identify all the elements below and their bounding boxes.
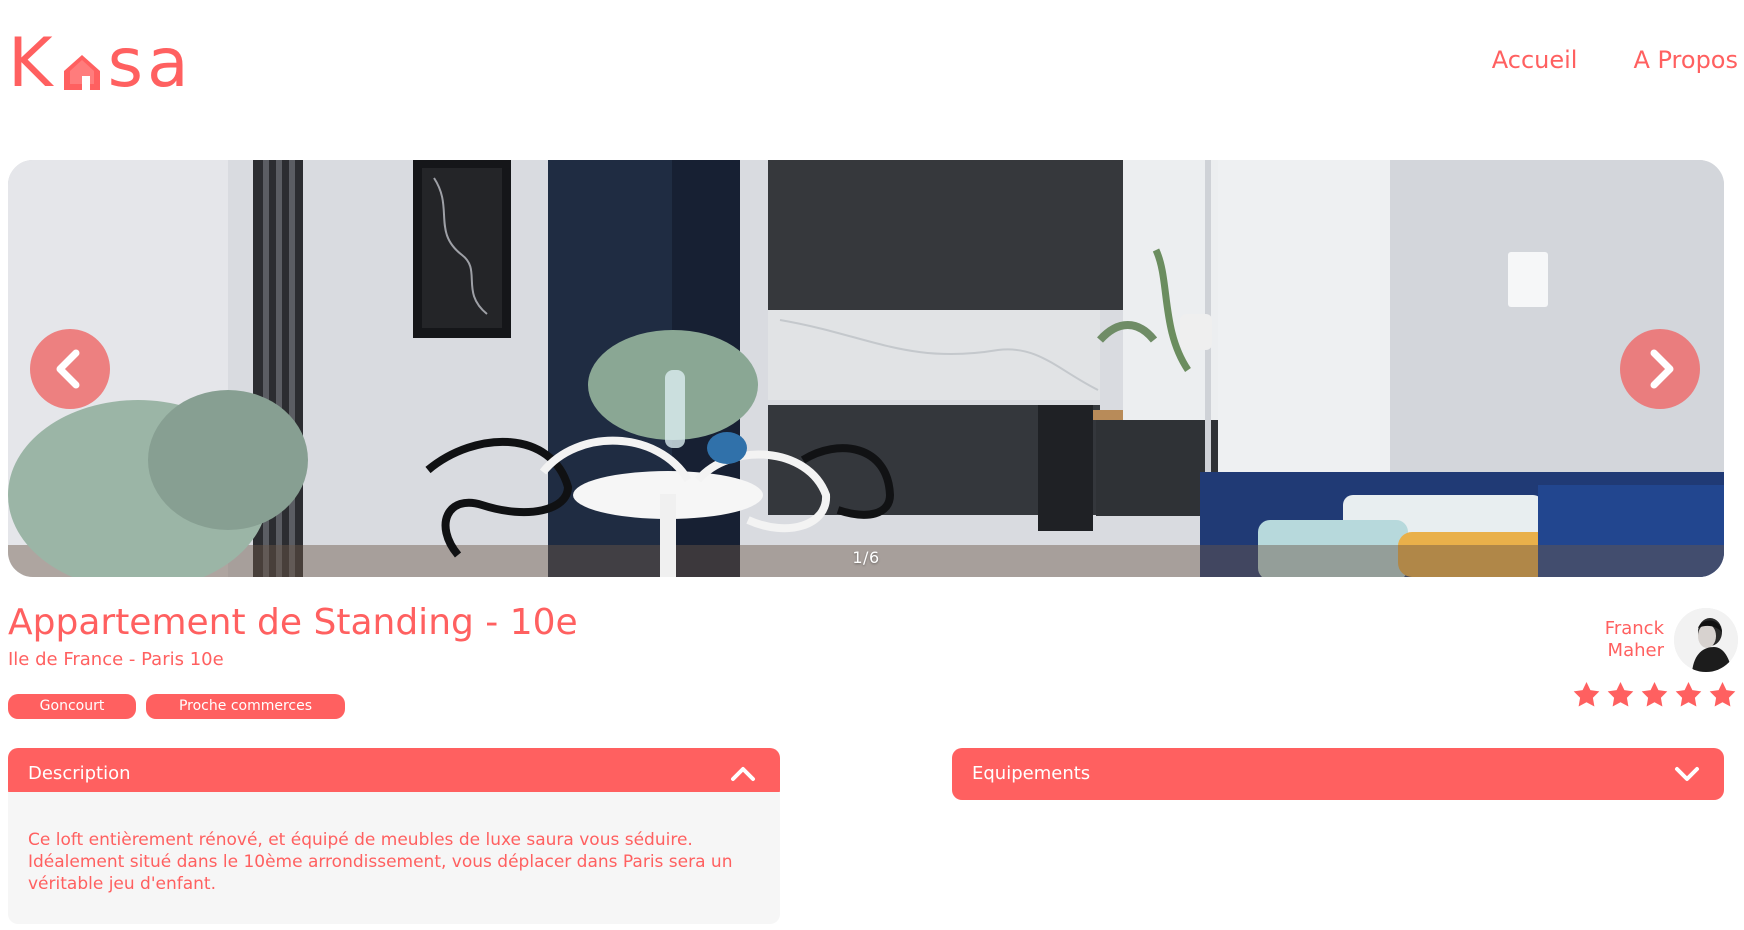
description-collapse: Description Ce loft entièrement rénové, … bbox=[8, 748, 780, 924]
image-carousel[interactable]: 1/6 bbox=[8, 160, 1724, 577]
chevron-left-icon bbox=[56, 349, 80, 389]
chevron-down-icon bbox=[1670, 757, 1704, 791]
property-tags: Goncourt Proche commerces bbox=[8, 694, 345, 719]
star-icon bbox=[1709, 682, 1736, 707]
host-rating bbox=[1571, 680, 1738, 711]
host-last-name: Maher bbox=[1607, 640, 1664, 661]
property-location: Ile de France - Paris 10e bbox=[8, 649, 224, 670]
equipements-title: Equipements bbox=[972, 763, 1091, 784]
property-title: Appartement de Standing - 10e bbox=[8, 602, 578, 643]
nav-link-accueil[interactable]: Accueil bbox=[1492, 48, 1578, 72]
host-first-name: Franck bbox=[1604, 618, 1664, 639]
property-page: K sa Accueil A Propos 1/6 Appartement de… bbox=[0, 0, 1744, 930]
equipements-collapse: Equipements bbox=[952, 748, 1724, 800]
previous-image-button[interactable] bbox=[30, 329, 110, 409]
logo-right-text: sa bbox=[107, 24, 193, 103]
logo-left-text: K bbox=[8, 24, 57, 103]
kasa-logo[interactable]: K sa bbox=[8, 28, 193, 98]
chevron-right-icon bbox=[1650, 349, 1674, 389]
description-text: Ce loft entièrement rénové, et équipé de… bbox=[28, 830, 733, 894]
house-icon bbox=[60, 50, 104, 94]
star-icon bbox=[1607, 682, 1634, 707]
tag-proche-commerces: Proche commerces bbox=[146, 694, 345, 719]
nav-link-a-propos[interactable]: A Propos bbox=[1633, 48, 1738, 72]
star-icon bbox=[1641, 682, 1668, 707]
site-header: K sa Accueil A Propos bbox=[0, 0, 1744, 110]
star-icon bbox=[1573, 682, 1600, 707]
description-title: Description bbox=[28, 763, 131, 784]
apartment-photo bbox=[8, 160, 1724, 577]
host-name: Franck Maher bbox=[1605, 618, 1664, 662]
equipements-toggle[interactable]: Equipements bbox=[952, 748, 1724, 800]
avatar bbox=[1674, 608, 1738, 672]
image-counter: 1/6 bbox=[852, 548, 880, 567]
main-navigation: Accueil A Propos bbox=[1492, 48, 1738, 72]
star-icon bbox=[1675, 682, 1702, 707]
description-content: Ce loft entièrement rénové, et équipé de… bbox=[8, 792, 780, 924]
chevron-up-icon bbox=[726, 757, 760, 791]
next-image-button[interactable] bbox=[1620, 329, 1700, 409]
host-card: Franck Maher bbox=[1605, 608, 1738, 672]
tag-goncourt: Goncourt bbox=[8, 694, 136, 719]
